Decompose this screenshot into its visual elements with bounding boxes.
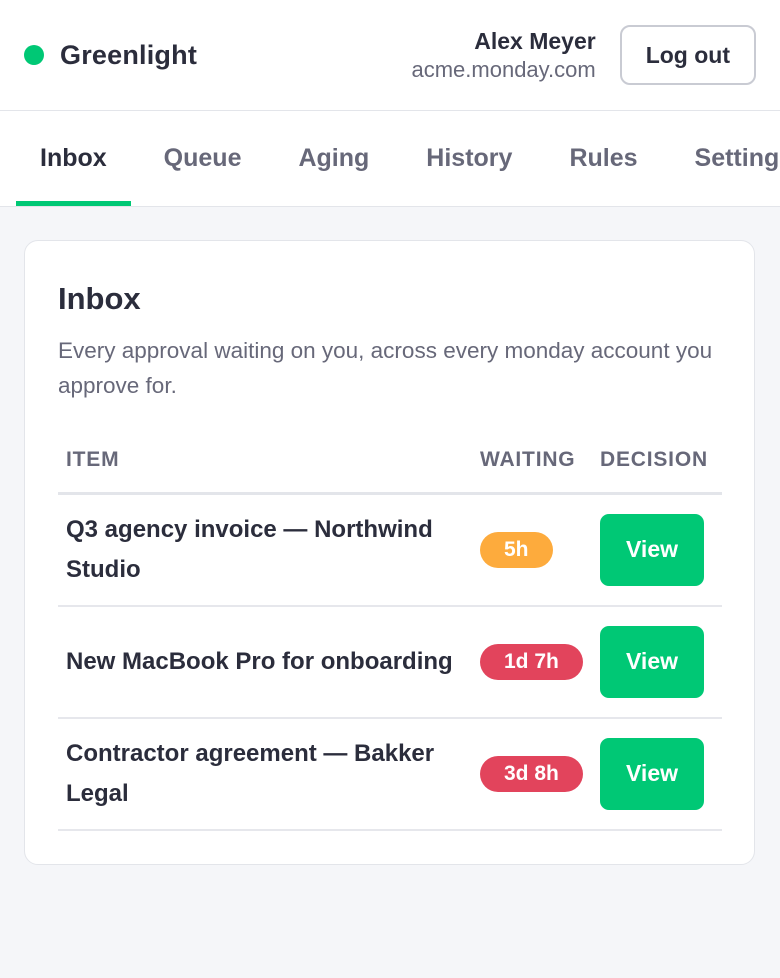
approvals-table: ITEM WAITING DECISION Q3 agency invoice … [58,436,722,831]
account-domain: acme.monday.com [411,56,596,82]
decision-cell: View [592,717,722,831]
app-header: Greenlight Alex Meyer acme.monday.com Lo… [0,0,780,111]
column-header-item: ITEM [58,436,472,495]
view-button[interactable]: View [600,513,704,586]
table-row: New MacBook Pro for onboarding 1d 7h Vie… [58,605,722,719]
tab-aging[interactable]: Aging [274,111,393,206]
decision-cell: View [592,493,722,607]
account-area: Alex Meyer acme.monday.com Log out [411,25,756,85]
view-button[interactable]: View [600,737,704,810]
table-row: Contractor agreement — Bakker Legal 3d 8… [58,717,722,831]
brand: Greenlight [24,40,197,71]
account-user: Alex Meyer [474,27,596,54]
tab-settings[interactable]: Settings [671,111,780,206]
tab-inbox[interactable]: Inbox [16,111,131,206]
waiting-cell: 3d 8h [472,717,592,831]
table-row: Q3 agency invoice — Northwind Studio 5h … [58,493,722,607]
logout-button[interactable]: Log out [619,25,756,85]
app-name: Greenlight [60,39,198,70]
tab-queue[interactable]: Queue [140,111,266,206]
view-button[interactable]: View [600,625,704,698]
column-header-waiting: WAITING [472,436,592,495]
waiting-badge: 5h [480,531,553,568]
page-title: Inbox [58,281,141,316]
waiting-cell: 1d 7h [472,605,592,719]
tab-rules[interactable]: Rules [545,111,661,206]
item-name: Contractor agreement — Bakker Legal [66,739,435,807]
waiting-badge: 1d 7h [480,643,583,680]
column-header-decision: DECISION [592,436,722,495]
tab-history[interactable]: History [402,111,536,206]
item-cell: Contractor agreement — Bakker Legal [58,717,472,831]
item-name: New MacBook Pro for onboarding [66,647,453,675]
inbox-card: Inbox Every approval waiting on you, acr… [24,240,755,865]
page-subtitle: Every approval waiting on you, across ev… [58,338,713,398]
item-name: Q3 agency invoice — Northwind Studio [66,515,433,583]
account-info: Alex Meyer acme.monday.com [411,27,595,83]
waiting-cell: 5h [472,493,592,607]
item-cell: New MacBook Pro for onboarding [58,605,472,719]
table-header-row: ITEM WAITING DECISION [58,436,722,495]
main-content: Inbox Every approval waiting on you, acr… [0,207,780,865]
waiting-badge: 3d 8h [480,755,583,792]
item-cell: Q3 agency invoice — Northwind Studio [58,493,472,607]
decision-cell: View [592,605,722,719]
tab-bar: Inbox Queue Aging History Rules Settings [0,111,780,207]
status-dot-icon [24,45,44,65]
